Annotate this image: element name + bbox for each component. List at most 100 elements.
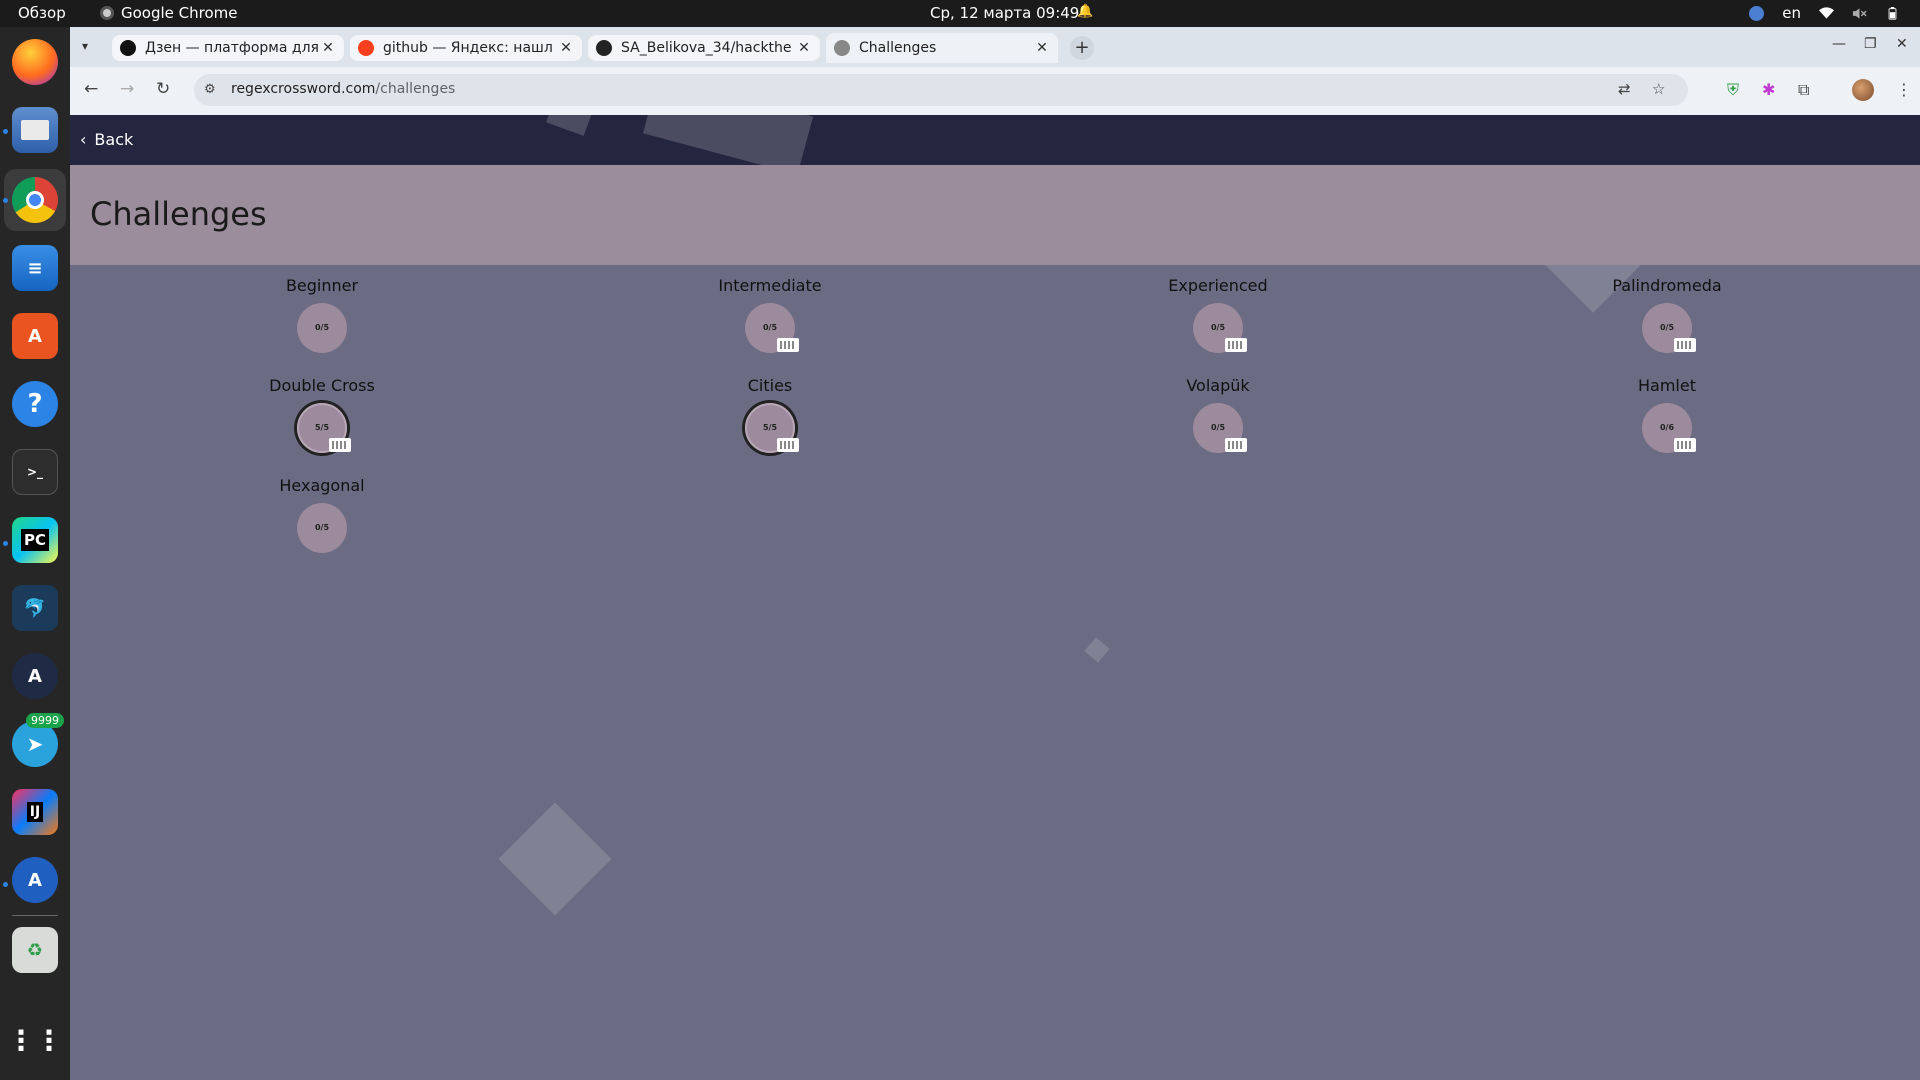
url-host: regexcrossword.com xyxy=(231,81,376,97)
challenge-double-cross[interactable]: Double Cross 5/5 xyxy=(222,375,422,453)
progress-circle[interactable]: 0/5 xyxy=(745,303,799,353)
minimize-icon[interactable]: — xyxy=(1832,36,1846,52)
tab-search-chevron-icon[interactable]: ▾ xyxy=(82,39,88,53)
notification-bell-icon[interactable]: 🔔 xyxy=(1077,4,1093,19)
progress-circle[interactable]: 0/5 xyxy=(1193,303,1247,353)
close-tab-icon[interactable]: ✕ xyxy=(796,40,812,56)
running-indicator xyxy=(3,882,8,887)
tab-title: github — Яндекс: нашл xyxy=(383,40,553,56)
progress-circle[interactable]: 0/6 xyxy=(1642,403,1696,453)
challenge-name: Double Cross xyxy=(269,376,375,395)
keyboard-icon xyxy=(1674,338,1696,352)
forward-arrow-icon[interactable]: → xyxy=(120,79,134,99)
keyboard-icon xyxy=(777,338,799,352)
challenge-cities[interactable]: Cities 5/5 xyxy=(670,375,870,453)
app-center-icon[interactable]: A xyxy=(12,313,58,359)
challenge-name: Cities xyxy=(747,376,793,395)
challenge-name: Experienced xyxy=(1168,276,1268,295)
progress-circle[interactable]: 0/5 xyxy=(1642,303,1696,353)
back-link[interactable]: ‹ Back xyxy=(80,130,133,149)
globe-favicon-icon xyxy=(834,40,850,56)
challenge-name: Beginner xyxy=(285,276,359,295)
tab-yandex[interactable]: github — Яндекс: нашл ✕ xyxy=(350,35,582,61)
restore-icon[interactable]: ❐ xyxy=(1864,36,1877,52)
activities-button[interactable]: Обзор xyxy=(18,4,66,22)
dock-separator xyxy=(12,915,58,916)
progress-circle-complete[interactable]: 5/5 xyxy=(297,403,351,453)
web-page: ‹ Back Challenges Beginner 0/5 Intermedi… xyxy=(70,115,1920,1080)
keyboard-layout-indicator[interactable]: en xyxy=(1782,4,1801,22)
files-icon[interactable] xyxy=(12,107,58,153)
challenge-name: Hexagonal xyxy=(279,476,365,495)
page-header: Challenges xyxy=(70,165,1920,265)
decorative-shape xyxy=(546,115,594,136)
writer-icon[interactable]: ≡ xyxy=(12,245,58,291)
firefox-icon[interactable] xyxy=(12,39,58,85)
profile-avatar[interactable] xyxy=(1852,79,1874,101)
back-arrow-icon[interactable]: ← xyxy=(84,79,98,99)
dock: ≡ A ? >_ PC 🐬 A ➤ 9999 IJ A ♻ ⋮⋮ xyxy=(0,27,70,1080)
running-indicator xyxy=(3,198,8,203)
keyboard-icon xyxy=(329,438,351,452)
challenge-beginner[interactable]: Beginner 0/5 xyxy=(222,275,422,353)
progress-text: 5/5 xyxy=(762,423,778,432)
trash-icon[interactable]: ♻ xyxy=(12,927,58,973)
chrome-icon[interactable] xyxy=(12,177,58,223)
address-bar[interactable]: ⚙ regexcrossword.com/challenges ⇄ ☆ xyxy=(194,74,1688,106)
site-navbar: ‹ Back xyxy=(70,115,1920,175)
reload-icon[interactable]: ↻ xyxy=(156,79,170,99)
keyboard-icon xyxy=(1225,438,1247,452)
software-updater-icon[interactable]: A xyxy=(12,857,58,903)
challenge-hexagonal[interactable]: Hexagonal 0/5 xyxy=(222,475,422,553)
challenge-hamlet[interactable]: Hamlet 0/6 xyxy=(1567,375,1767,453)
adblock-shield-icon[interactable]: ⛨ xyxy=(1727,80,1739,100)
bookmark-star-icon[interactable]: ☆ xyxy=(1652,80,1665,98)
close-window-icon[interactable]: ✕ xyxy=(1896,36,1908,52)
volume-muted-icon[interactable] xyxy=(1852,7,1867,20)
tab-challenges[interactable]: Challenges ✕ xyxy=(826,33,1058,63)
app-grid-icon[interactable]: ⋮⋮ xyxy=(7,1017,63,1063)
clock[interactable]: Ср, 12 марта 09:49 xyxy=(930,4,1079,22)
close-tab-icon[interactable]: ✕ xyxy=(558,40,574,56)
translate-icon[interactable]: ⇄ xyxy=(1618,80,1631,98)
progress-circle[interactable]: 0/5 xyxy=(297,503,347,553)
running-indicator xyxy=(3,129,8,134)
arch-icon[interactable]: A xyxy=(12,653,58,699)
telegram-icon[interactable]: ➤ 9999 xyxy=(12,713,64,767)
progress-circle-complete[interactable]: 5/5 xyxy=(745,403,799,453)
help-icon[interactable]: ? xyxy=(12,381,58,427)
progress-text: 0/6 xyxy=(1659,423,1675,432)
challenge-volapuk[interactable]: Volapük 0/5 xyxy=(1118,375,1318,453)
progress-text: 0/5 xyxy=(1210,323,1226,332)
github-favicon-icon xyxy=(596,40,612,56)
challenge-palindromeda[interactable]: Palindromeda 0/5 xyxy=(1567,275,1767,353)
battery-icon[interactable] xyxy=(1885,6,1900,20)
close-tab-icon[interactable]: ✕ xyxy=(1034,40,1050,56)
back-label: Back xyxy=(94,130,134,149)
page-title: Challenges xyxy=(90,195,267,233)
tab-zen[interactable]: Дзен — платформа для ✕ xyxy=(112,35,344,61)
progress-text: 0/5 xyxy=(1659,323,1675,332)
intellij-icon[interactable]: IJ xyxy=(12,789,58,835)
extensions-puzzle-icon[interactable]: ⧉ xyxy=(1798,80,1809,100)
chrome-menu-icon[interactable]: ⋮ xyxy=(1896,80,1912,99)
app-menu[interactable]: Google Chrome xyxy=(100,4,238,22)
new-tab-button[interactable]: + xyxy=(1070,36,1094,60)
close-tab-icon[interactable]: ✕ xyxy=(320,40,336,56)
pycharm-icon[interactable]: PC xyxy=(12,517,58,563)
decorative-shape xyxy=(498,802,612,916)
mysql-workbench-icon[interactable]: 🐬 xyxy=(12,585,58,631)
wifi-icon[interactable] xyxy=(1819,6,1834,20)
site-info-icon[interactable]: ⚙ xyxy=(204,82,216,97)
challenge-intermediate[interactable]: Intermediate 0/5 xyxy=(670,275,870,353)
globe-icon[interactable] xyxy=(1749,5,1765,21)
url-text[interactable]: regexcrossword.com/challenges xyxy=(231,81,455,97)
tab-title: SA_Belikova_34/hackthe xyxy=(621,40,792,56)
extension-color-icon[interactable]: ✱ xyxy=(1762,80,1775,99)
progress-circle[interactable]: 0/5 xyxy=(297,303,347,353)
challenge-experienced[interactable]: Experienced 0/5 xyxy=(1118,275,1318,353)
system-tray[interactable]: en xyxy=(1749,4,1900,22)
tab-github[interactable]: SA_Belikova_34/hackthe ✕ xyxy=(588,35,820,61)
progress-circle[interactable]: 0/5 xyxy=(1193,403,1247,453)
terminal-icon[interactable]: >_ xyxy=(12,449,58,495)
